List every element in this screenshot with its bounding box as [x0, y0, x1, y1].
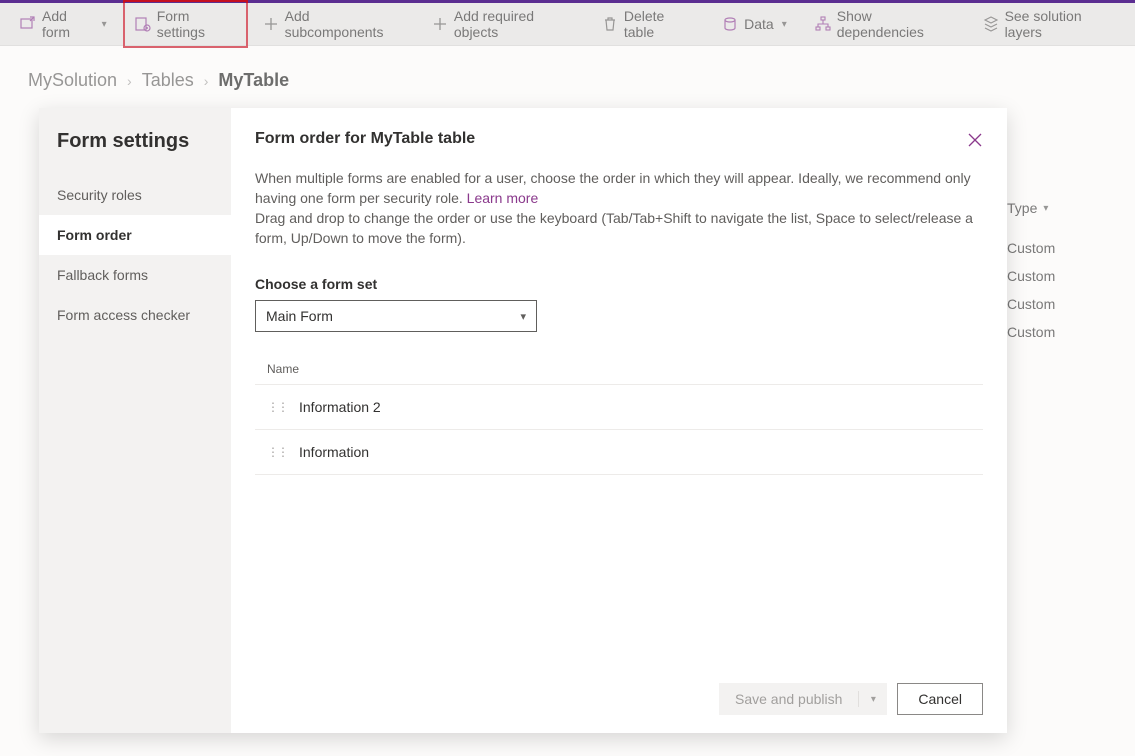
- add-form-icon: [20, 16, 36, 32]
- dialog-description: When multiple forms are enabled for a us…: [255, 168, 975, 248]
- column-header-label: Type: [1007, 200, 1037, 216]
- sidebar-item-form-order[interactable]: Form order: [39, 215, 231, 255]
- form-settings-icon: [135, 16, 151, 32]
- form-settings-button[interactable]: Form settings: [123, 0, 248, 48]
- trash-icon: [603, 16, 618, 32]
- add-form-button[interactable]: Add form ▾: [8, 0, 119, 48]
- form-order-row[interactable]: ⋮⋮ Information: [255, 430, 983, 475]
- background-type-column: Type ▾ Custom Custom Custom Custom: [1007, 200, 1117, 340]
- chevron-down-icon: ▾: [1043, 203, 1048, 214]
- learn-more-link[interactable]: Learn more: [467, 190, 539, 206]
- plus-icon: [433, 16, 448, 32]
- chevron-right-icon: ›: [127, 73, 132, 89]
- delete-table-button[interactable]: Delete table: [591, 0, 706, 48]
- breadcrumb-root[interactable]: MySolution: [28, 70, 117, 91]
- chevron-down-icon: ▾: [520, 310, 526, 323]
- form-order-row[interactable]: ⋮⋮ Information 2: [255, 385, 983, 430]
- dialog-title: Form order for MyTable table: [255, 130, 983, 148]
- sidebar-item-form-access-checker[interactable]: Form access checker: [39, 295, 231, 335]
- form-name: Information 2: [299, 399, 381, 415]
- form-list-header: Name: [255, 354, 983, 385]
- formset-label: Choose a form set: [255, 276, 983, 292]
- dialog-desc-text2: Drag and drop to change the order or use…: [255, 210, 973, 246]
- dialog-main: Form order for MyTable table When multip…: [231, 108, 1007, 733]
- breadcrumb: MySolution › Tables › MyTable: [28, 70, 1107, 91]
- data-button[interactable]: Data ▾: [710, 8, 799, 40]
- see-solution-layers-label: See solution layers: [1005, 8, 1115, 40]
- save-publish-button: Save and publish ▾: [719, 683, 887, 715]
- breadcrumb-current: MyTable: [218, 70, 289, 91]
- see-solution-layers-button[interactable]: See solution layers: [971, 0, 1127, 48]
- close-icon: [968, 133, 982, 147]
- dialog-sidebar-title: Form settings: [39, 130, 231, 175]
- form-settings-dialog: Form settings Security roles Form order …: [39, 108, 1007, 733]
- chevron-down-icon: ▾: [102, 19, 107, 30]
- data-label: Data: [744, 16, 774, 32]
- show-dependencies-label: Show dependencies: [837, 8, 955, 40]
- formset-value: Main Form: [266, 308, 333, 324]
- table-row: Custom: [1007, 240, 1117, 256]
- dialog-sidebar: Form settings Security roles Form order …: [39, 108, 231, 733]
- sidebar-item-security-roles[interactable]: Security roles: [39, 175, 231, 215]
- form-name: Information: [299, 444, 369, 460]
- plus-icon: [264, 16, 279, 32]
- close-button[interactable]: [959, 124, 991, 156]
- form-settings-label: Form settings: [157, 8, 236, 40]
- delete-table-label: Delete table: [624, 8, 694, 40]
- show-dependencies-button[interactable]: Show dependencies: [803, 0, 967, 48]
- add-required-button[interactable]: Add required objects: [421, 0, 587, 48]
- dependencies-icon: [815, 16, 831, 32]
- dialog-desc-text1: When multiple forms are enabled for a us…: [255, 170, 971, 206]
- breadcrumb-tables[interactable]: Tables: [142, 70, 194, 91]
- add-subcomponents-button[interactable]: Add subcomponents: [252, 0, 417, 48]
- sidebar-item-fallback-forms[interactable]: Fallback forms: [39, 255, 231, 295]
- data-icon: [722, 16, 738, 32]
- add-required-label: Add required objects: [454, 8, 575, 40]
- drag-handle-icon[interactable]: ⋮⋮: [267, 445, 287, 459]
- save-publish-label: Save and publish: [719, 691, 859, 707]
- table-row: Custom: [1007, 324, 1117, 340]
- chevron-down-icon: ▾: [859, 694, 887, 705]
- cancel-button[interactable]: Cancel: [897, 683, 983, 715]
- command-toolbar: Add form ▾ Form settings Add subcomponen…: [0, 3, 1135, 46]
- chevron-down-icon: ▾: [782, 19, 787, 30]
- add-form-label: Add form: [42, 8, 94, 40]
- column-header-type[interactable]: Type ▾: [1007, 200, 1117, 228]
- table-row: Custom: [1007, 296, 1117, 312]
- layers-icon: [983, 16, 999, 32]
- content-area: MySolution › Tables › MyTable: [0, 46, 1135, 91]
- dialog-footer: Save and publish ▾ Cancel: [255, 683, 983, 715]
- add-subcomponents-label: Add subcomponents: [285, 8, 405, 40]
- formset-select[interactable]: Main Form ▾: [255, 300, 537, 332]
- chevron-right-icon: ›: [204, 73, 209, 89]
- drag-handle-icon[interactable]: ⋮⋮: [267, 400, 287, 414]
- table-row: Custom: [1007, 268, 1117, 284]
